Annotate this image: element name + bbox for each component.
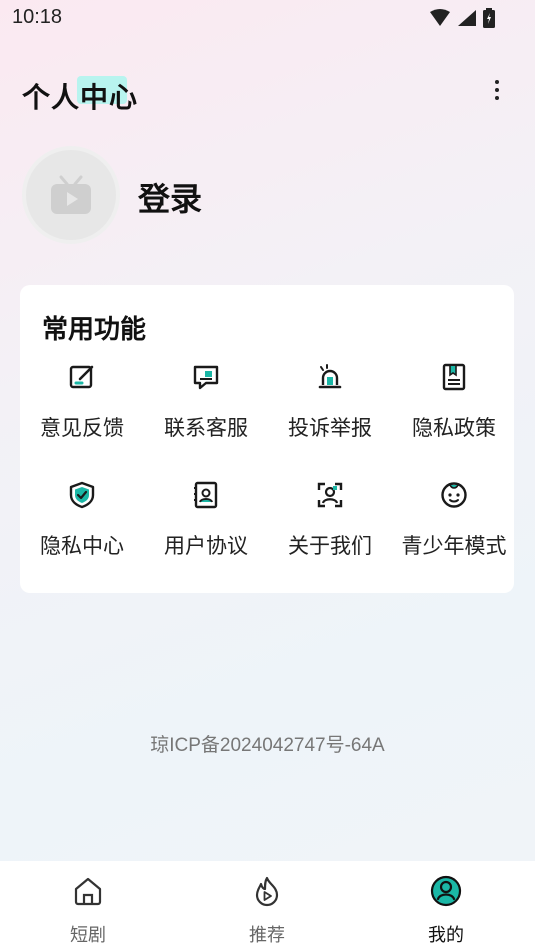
user-agreement-item[interactable]: 用户协议 bbox=[144, 481, 268, 581]
privacy-policy-item[interactable]: 隐私政策 bbox=[392, 363, 516, 463]
tab-recommend[interactable]: 推荐 bbox=[207, 861, 327, 951]
baby-face-icon bbox=[441, 482, 467, 508]
user-agreement-label: 用户协议 bbox=[164, 534, 248, 558]
more-dot-icon bbox=[495, 80, 499, 84]
flame-play-icon bbox=[255, 876, 279, 907]
user-scan-icon bbox=[317, 482, 343, 508]
status-bar: 10:18 bbox=[0, 0, 535, 36]
shield-check-icon bbox=[69, 481, 95, 509]
message-icon bbox=[193, 365, 219, 390]
privacy-policy-label: 隐私政策 bbox=[412, 416, 496, 440]
report-label: 投诉举报 bbox=[288, 416, 372, 440]
alarm-icon bbox=[318, 364, 342, 389]
signal-icon bbox=[458, 10, 476, 26]
avatar[interactable] bbox=[22, 146, 120, 244]
more-button[interactable] bbox=[487, 76, 507, 104]
header: 个人中心 bbox=[0, 70, 535, 116]
tab-short-drama[interactable]: 短剧 bbox=[28, 861, 148, 951]
tv-play-icon bbox=[51, 175, 91, 214]
about-us-item[interactable]: 关于我们 bbox=[268, 481, 392, 581]
bottom-tab-bar: 短剧 推荐 我的 bbox=[0, 861, 535, 951]
more-dot-icon bbox=[495, 96, 499, 100]
battery-icon bbox=[483, 8, 495, 28]
login-button[interactable]: 登录 bbox=[138, 174, 202, 220]
home-icon bbox=[74, 877, 102, 906]
about-us-label: 关于我们 bbox=[288, 534, 372, 558]
more-dot-icon bbox=[495, 88, 499, 92]
status-icons bbox=[429, 8, 495, 28]
page-title: 个人中心 bbox=[22, 81, 139, 114]
privacy-center-label: 隐私中心 bbox=[40, 534, 124, 558]
contact-card-icon bbox=[194, 481, 218, 509]
customer-service-item[interactable]: 联系客服 bbox=[144, 363, 268, 463]
tab-mine[interactable]: 我的 bbox=[386, 861, 506, 951]
functions-card: 常用功能 意见反馈 联系客服 投诉举报 隐私政策 隐私中心 用户协议 关于我们 … bbox=[20, 285, 514, 593]
icp-record: 琼ICP备2024042747号-64A bbox=[150, 735, 385, 756]
feedback-label: 意见反馈 bbox=[40, 416, 124, 440]
tab-label: 推荐 bbox=[249, 925, 285, 946]
status-time: 10:18 bbox=[12, 6, 63, 28]
edit-icon bbox=[69, 365, 94, 389]
feedback-item[interactable]: 意见反馈 bbox=[20, 363, 144, 463]
profile-section[interactable]: 登录 bbox=[22, 146, 422, 244]
functions-title: 常用功能 bbox=[42, 315, 147, 345]
profile-icon bbox=[430, 875, 462, 907]
wifi-icon bbox=[430, 9, 450, 26]
tab-label: 我的 bbox=[428, 925, 464, 946]
bookmark-book-icon bbox=[442, 363, 466, 391]
teen-mode-label: 青少年模式 bbox=[401, 534, 507, 558]
privacy-center-item[interactable]: 隐私中心 bbox=[20, 481, 144, 581]
report-item[interactable]: 投诉举报 bbox=[268, 363, 392, 463]
teen-mode-item[interactable]: 青少年模式 bbox=[392, 481, 516, 581]
customer-service-label: 联系客服 bbox=[164, 416, 248, 440]
tab-label: 短剧 bbox=[70, 925, 106, 946]
